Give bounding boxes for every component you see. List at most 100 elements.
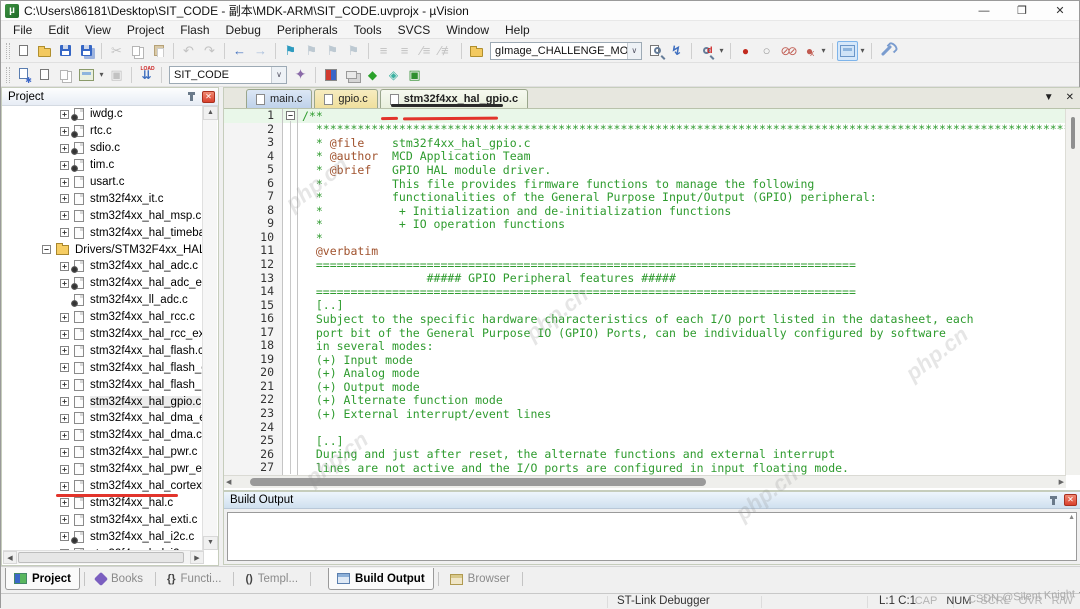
kill-all-breakpoints-button[interactable]: ⊘⊘: [777, 41, 798, 61]
expand-icon[interactable]: +: [60, 380, 69, 389]
expand-icon[interactable]: +: [60, 313, 69, 322]
menu-flash[interactable]: Flash: [172, 22, 217, 38]
tree-item[interactable]: −Drivers/STM32F4xx_HAL_Driv: [2, 241, 204, 258]
tree-item[interactable]: +stm32f4xx_hal_cortex.c: [2, 478, 204, 495]
fold-collapse-icon[interactable]: −: [286, 111, 295, 120]
menu-project[interactable]: Project: [119, 22, 172, 38]
expand-icon[interactable]: +: [60, 431, 69, 440]
menu-peripherals[interactable]: Peripherals: [269, 22, 346, 38]
undo-button[interactable]: ↶: [178, 41, 199, 61]
translate-button[interactable]: [13, 65, 34, 85]
expand-icon[interactable]: +: [60, 144, 69, 153]
incremental-find-button[interactable]: ↯: [666, 41, 687, 61]
expand-icon[interactable]: +: [60, 515, 69, 524]
toolbar-grip[interactable]: [6, 43, 10, 59]
panel-tab-browser[interactable]: Browser: [442, 568, 518, 590]
navigate-forward-button[interactable]: →: [250, 41, 271, 61]
panel-tab-functions[interactable]: {}Functi...: [159, 568, 229, 590]
books-pack-button[interactable]: ▣: [404, 65, 425, 85]
project-panel-close-icon[interactable]: ✕: [202, 91, 215, 103]
find-combobox-dropdown-icon[interactable]: ∨: [627, 43, 641, 59]
stop-build-button[interactable]: ▣: [106, 65, 127, 85]
expand-icon[interactable]: +: [60, 498, 69, 507]
rebuild-all-button[interactable]: [55, 65, 76, 85]
tree-item[interactable]: +stm32f4xx_hal_rcc.c: [2, 309, 204, 326]
tree-item[interactable]: +rtc.c: [2, 123, 204, 140]
tree-item[interactable]: +stm32f4xx_hal_rcc_ex.c: [2, 326, 204, 343]
configure-button[interactable]: [876, 41, 897, 61]
pin-icon[interactable]: [1052, 496, 1055, 505]
toolbar-grip[interactable]: [6, 67, 10, 83]
expand-icon[interactable]: +: [60, 465, 69, 474]
insert-bookmark-button[interactable]: ⚑: [280, 41, 301, 61]
tree-item[interactable]: +stm32f4xx_hal_dma.c: [2, 427, 204, 444]
debug-windows-button[interactable]: [837, 41, 858, 61]
options-for-target-button[interactable]: ✦: [290, 65, 311, 85]
tree-item[interactable]: +stm32f4xx_hal_flash_ramf: [2, 376, 204, 393]
paste-button[interactable]: [148, 41, 169, 61]
tree-item[interactable]: +stm32f4xx_hal_exti.c: [2, 511, 204, 528]
menu-edit[interactable]: Edit: [40, 22, 77, 38]
expand-icon[interactable]: +: [60, 532, 69, 541]
menu-svcs[interactable]: SVCS: [390, 22, 439, 38]
menu-file[interactable]: File: [5, 22, 40, 38]
previous-bookmark-button[interactable]: ⚑: [301, 41, 322, 61]
build-output-close-icon[interactable]: ✕: [1064, 494, 1077, 506]
indent-button[interactable]: ≡: [373, 41, 394, 61]
expand-icon[interactable]: +: [60, 397, 69, 406]
scroll-up-icon[interactable]: ▲: [1068, 514, 1075, 521]
expand-icon[interactable]: +: [60, 448, 69, 457]
tab-stm32f4xx-hal-gpio-c[interactable]: stm32f4xx_hal_gpio.c: [380, 89, 528, 108]
panel-tab-templates[interactable]: ()Templ...: [237, 568, 306, 590]
scroll-right-icon[interactable]: ▶: [1059, 478, 1064, 486]
expand-icon[interactable]: +: [60, 279, 69, 288]
maximize-button[interactable]: ❐: [1003, 1, 1041, 20]
expand-icon[interactable]: +: [60, 482, 69, 491]
menu-debug[interactable]: Debug: [218, 22, 269, 38]
tree-item[interactable]: +stm32f4xx_hal_i2c.c: [2, 528, 204, 545]
tree-item[interactable]: +stm32f4xx_hal_flash_ex.c: [2, 359, 204, 376]
editor-horizontal-scrollbar[interactable]: ◀ ▶: [224, 475, 1066, 488]
tree-item[interactable]: +stm32f4xx_it.c: [2, 190, 204, 207]
expand-icon[interactable]: +: [60, 228, 69, 237]
expand-icon[interactable]: +: [60, 194, 69, 203]
pin-icon[interactable]: [190, 92, 193, 101]
download-button[interactable]: ⇊: [136, 65, 157, 85]
manage-project-items-button[interactable]: [341, 65, 362, 85]
expand-icon[interactable]: +: [60, 363, 69, 372]
redo-button[interactable]: ↷: [199, 41, 220, 61]
select-software-packs-button[interactable]: ◆: [362, 65, 383, 85]
expand-icon[interactable]: +: [60, 211, 69, 220]
editor-vertical-scrollbar[interactable]: [1065, 109, 1080, 475]
scrollbar-thumb[interactable]: [250, 478, 706, 486]
tree-item[interactable]: +stm32f4xx_hal_pwr.c: [2, 444, 204, 461]
comment-button[interactable]: ∕≡: [415, 41, 436, 61]
tree-item[interactable]: +stm32f4xx_hal_gpio.c: [2, 393, 204, 410]
tree-item[interactable]: +stm32f4xx_hal_timebase_t: [2, 224, 204, 241]
panel-tab-books[interactable]: Books: [88, 568, 151, 590]
tree-item[interactable]: +iwdg.c: [2, 106, 204, 123]
new-file-button[interactable]: [13, 41, 34, 61]
expand-icon[interactable]: +: [60, 127, 69, 136]
tree-item[interactable]: +stm32f4xx_hal_flash.c: [2, 342, 204, 359]
scrollbar-thumb[interactable]: [1071, 117, 1075, 149]
debug-session-dropdown-icon[interactable]: ▾: [717, 46, 726, 55]
scroll-left-icon[interactable]: ◀: [3, 551, 17, 564]
save-all-button[interactable]: [76, 41, 97, 61]
scroll-down-icon[interactable]: ▼: [203, 536, 218, 550]
manage-rte-button[interactable]: [320, 65, 341, 85]
expand-icon[interactable]: +: [60, 178, 69, 187]
build-output-content[interactable]: ▲: [227, 512, 1077, 561]
expand-icon[interactable]: +: [60, 346, 69, 355]
target-select-dropdown-icon[interactable]: ∨: [271, 67, 286, 83]
unindent-button[interactable]: ≡: [394, 41, 415, 61]
panel-tab-project[interactable]: Project: [5, 568, 80, 590]
expand-icon[interactable]: +: [60, 161, 69, 170]
expand-icon[interactable]: +: [60, 262, 69, 271]
tree-item[interactable]: +tim.c: [2, 157, 204, 174]
breakpoints-dropdown-icon[interactable]: ▾: [819, 46, 828, 55]
close-document-icon[interactable]: ✕: [1066, 92, 1074, 103]
menu-window[interactable]: Window: [438, 22, 497, 38]
expand-icon[interactable]: +: [60, 110, 69, 119]
batch-build-button[interactable]: [76, 65, 97, 85]
